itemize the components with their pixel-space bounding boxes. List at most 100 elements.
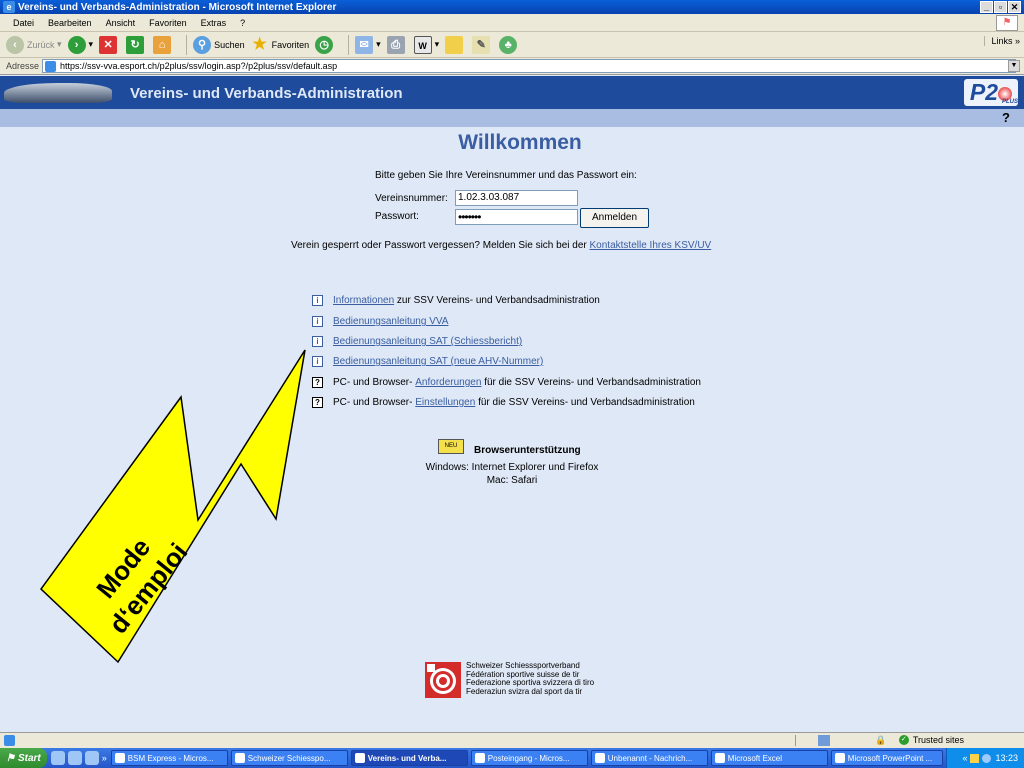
taskbar: ⚑ Start » BSM Express - Micros... Schweiz… xyxy=(0,748,1024,768)
links-toolbar[interactable]: Links » xyxy=(984,36,1020,46)
quicklaunch-more-icon[interactable]: » xyxy=(102,753,107,763)
taskbar-item-active[interactable]: Vereins- und Verba... xyxy=(350,750,468,766)
manual-sat-ahv-link[interactable]: Bedienungsanleitung SAT (neue AHV-Nummer… xyxy=(333,356,543,367)
taskbar-item[interactable]: Microsoft PowerPoint ... xyxy=(830,750,943,766)
print-button[interactable]: ⎙ xyxy=(386,35,408,54)
taskbar-item[interactable]: Unbenannt - Nachrich... xyxy=(590,750,708,766)
banner-strip xyxy=(0,109,1024,127)
info-icon: i xyxy=(312,295,323,306)
requirements-link[interactable]: Anforderungen xyxy=(415,377,481,388)
start-label: Start xyxy=(17,752,41,764)
back-arrow-icon: ‹ xyxy=(6,35,24,54)
car-image xyxy=(4,83,112,103)
zone-label: Trusted sites xyxy=(912,735,964,745)
tray-expand-icon[interactable]: « xyxy=(962,753,967,763)
maximize-button[interactable]: ▫ xyxy=(994,1,1007,13)
menu-edit[interactable]: Bearbeiten xyxy=(48,18,92,28)
word-icon: W xyxy=(413,35,432,54)
tray-icon[interactable] xyxy=(982,753,992,763)
page-banner: Vereins- und Verbands-Administration xyxy=(0,76,1024,109)
p2plus-logo: P2 PLUS xyxy=(964,79,1018,106)
edit-button[interactable]: W ▾ xyxy=(413,35,439,54)
windows-logo-icon: ⚑ xyxy=(996,15,1018,31)
help-link[interactable]: ? xyxy=(1002,110,1010,125)
star-icon: ★ xyxy=(252,35,267,53)
close-button[interactable]: ✕ xyxy=(1008,1,1021,13)
login-button[interactable]: Anmelden xyxy=(580,208,649,228)
messenger-button[interactable]: ♣ xyxy=(499,35,520,54)
favorites-button[interactable]: ★ Favoriten xyxy=(251,35,309,54)
window-titlebar: e Vereins- und Verbands-Administration -… xyxy=(0,0,1024,14)
address-dropdown-button[interactable]: ▼ xyxy=(1008,60,1020,72)
research-icon: ✎ xyxy=(472,35,491,54)
search-label: Suchen xyxy=(214,39,245,50)
app-icon xyxy=(354,753,365,763)
contact-link[interactable]: Kontaktstelle Ihres KSV/UV xyxy=(590,240,712,251)
list-item-prefix: PC- und Browser- xyxy=(333,377,416,388)
taskbar-item[interactable]: Posteingang - Micros... xyxy=(470,750,588,766)
browser-support-windows: Windows: Internet Explorer und Firefox xyxy=(425,462,599,473)
refresh-button[interactable]: ↻ xyxy=(126,35,147,54)
list-item-suffix: für die SSV Vereins- und Verbandsadminis… xyxy=(475,397,695,408)
links-label: Links xyxy=(991,36,1013,46)
address-bar: Adresse https://ssv-vva.esport.ch/p2plus… xyxy=(0,58,1024,75)
menu-help[interactable]: ? xyxy=(240,18,245,28)
banner-title: Vereins- und Verbands-Administration xyxy=(130,85,403,102)
taskbar-item[interactable]: Microsoft Excel xyxy=(710,750,828,766)
forward-button[interactable]: › ▾ xyxy=(67,35,93,54)
menu-favorites[interactable]: Favoriten xyxy=(149,18,187,28)
login-prompt: Bitte geben Sie Ihre Vereinsnummer und d… xyxy=(375,170,637,181)
annotation-line1: Mode xyxy=(90,532,156,604)
home-button[interactable]: ⌂ xyxy=(153,35,174,54)
taskbar-item[interactable]: Schweizer Schiesspo... xyxy=(230,750,348,766)
minimize-button[interactable]: _ xyxy=(980,1,993,13)
back-label: Zurück xyxy=(27,39,55,50)
menu-file[interactable]: Datei xyxy=(13,18,34,28)
search-button[interactable]: ⚲ Suchen xyxy=(193,35,245,54)
ssv-names: Schweizer Schiesssportverband Fédération… xyxy=(466,661,594,696)
forward-arrow-icon: › xyxy=(67,35,86,54)
messenger-icon: ♣ xyxy=(499,35,518,54)
toolbar-separator xyxy=(348,34,350,55)
quicklaunch-icon[interactable] xyxy=(67,751,82,765)
mail-button[interactable]: ✉ ▾ xyxy=(355,35,381,54)
club-number-field[interactable]: 1.02.3.03.087 xyxy=(455,190,578,206)
list-item: i Bedienungsanleitung SAT (neue AHV-Numm… xyxy=(312,356,543,367)
research-button[interactable]: ✎ xyxy=(472,35,493,54)
taskbar-item[interactable]: BSM Express - Micros... xyxy=(110,750,228,766)
list-item: i Bedienungsanleitung VVA xyxy=(312,316,448,327)
logo-text: P2 xyxy=(969,79,999,105)
toolbar-separator xyxy=(186,34,188,55)
home-icon: ⌂ xyxy=(153,35,172,54)
manual-sat-report-link[interactable]: Bedienungsanleitung SAT (Schiessbericht) xyxy=(333,336,522,347)
app-icon xyxy=(594,753,605,763)
address-input[interactable]: https://ssv-vva.esport.ch/p2plus/ssv/log… xyxy=(42,59,1017,73)
menu-tools[interactable]: Extras xyxy=(201,18,227,28)
annotation-line2: d‘emploi xyxy=(103,537,194,639)
security-zone: ✓ Trusted sites xyxy=(898,735,964,745)
stop-button[interactable]: ✕ xyxy=(99,35,120,54)
app-icon xyxy=(234,753,245,763)
history-icon: ◷ xyxy=(315,35,334,54)
quicklaunch-icon[interactable] xyxy=(50,751,65,765)
ie-icon: e xyxy=(3,1,15,13)
quicklaunch-icon[interactable] xyxy=(84,751,99,765)
password-field[interactable]: ••••••• xyxy=(455,209,578,225)
manual-vva-link[interactable]: Bedienungsanleitung VVA xyxy=(333,316,448,327)
info-link[interactable]: Informationen xyxy=(333,295,394,306)
list-item-prefix: PC- und Browser- xyxy=(333,397,416,408)
toolbar: ‹ Zurück ▾ › ▾ ✕ ↻ ⌂ ⚲ Suchen ★ Favoriten… xyxy=(0,32,1024,58)
browser-support-title: Browserunterstützung xyxy=(474,445,581,456)
window-title: Vereins- und Verbands-Administration - M… xyxy=(18,1,337,13)
folder-button[interactable] xyxy=(445,35,466,54)
app-icon xyxy=(834,753,845,763)
settings-link[interactable]: Einstellungen xyxy=(415,397,475,408)
refresh-icon: ↻ xyxy=(126,35,145,54)
history-button[interactable]: ◷ xyxy=(315,35,336,54)
tray-icon[interactable] xyxy=(970,753,980,763)
taskbar-item-label: Posteingang - Micros... xyxy=(487,753,570,763)
back-button[interactable]: ‹ Zurück ▾ xyxy=(6,35,62,54)
menu-view[interactable]: Ansicht xyxy=(106,18,136,28)
app-icon xyxy=(714,753,725,763)
start-button[interactable]: ⚑ Start xyxy=(0,748,47,768)
